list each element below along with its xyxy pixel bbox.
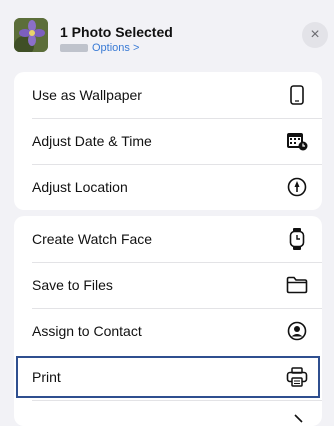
sheet-header: 1 Photo Selected Options > ×: [0, 0, 334, 64]
row-label: Adjust Location: [32, 179, 128, 195]
close-icon: ×: [310, 26, 320, 43]
use-as-wallpaper-row[interactable]: Use as Wallpaper: [14, 72, 322, 118]
options-label[interactable]: Options >: [92, 42, 139, 54]
selection-title: 1 Photo Selected: [60, 24, 173, 40]
redacted-text: [60, 44, 88, 52]
adjust-location-row[interactable]: Adjust Location: [14, 164, 322, 210]
location-icon: [286, 176, 308, 198]
phone-icon: [286, 84, 308, 106]
adjust-date-time-row[interactable]: Adjust Date & Time: [14, 118, 322, 164]
save-to-files-row[interactable]: Save to Files: [14, 262, 322, 308]
share-sheet: 1 Photo Selected Options > × Use as Wall…: [0, 0, 334, 426]
row-label: Save to Files: [32, 277, 113, 293]
watch-icon: [286, 228, 308, 250]
row-label: Print: [32, 369, 61, 385]
contact-icon: [286, 320, 308, 342]
row-label: Adjust Date & Time: [32, 133, 152, 149]
partial-icon: [286, 412, 308, 426]
photo-thumbnail: [14, 18, 48, 52]
next-row-partial[interactable]: [14, 400, 322, 426]
close-button[interactable]: ×: [302, 22, 328, 48]
calendar-clock-icon: [286, 130, 308, 152]
printer-icon: [286, 366, 308, 388]
action-group-1: Use as Wallpaper Adjust Date & Time Adju…: [14, 72, 322, 210]
row-label: Assign to Contact: [32, 323, 142, 339]
folder-icon: [286, 274, 308, 296]
row-label: Use as Wallpaper: [32, 87, 142, 103]
assign-to-contact-row[interactable]: Assign to Contact: [14, 308, 322, 354]
row-label: Create Watch Face: [32, 231, 153, 247]
options-link[interactable]: Options >: [60, 42, 139, 54]
action-group-2: Create Watch Face Save to Files Assign t…: [14, 216, 322, 426]
print-row[interactable]: Print: [14, 354, 322, 400]
create-watch-face-row[interactable]: Create Watch Face: [14, 216, 322, 262]
